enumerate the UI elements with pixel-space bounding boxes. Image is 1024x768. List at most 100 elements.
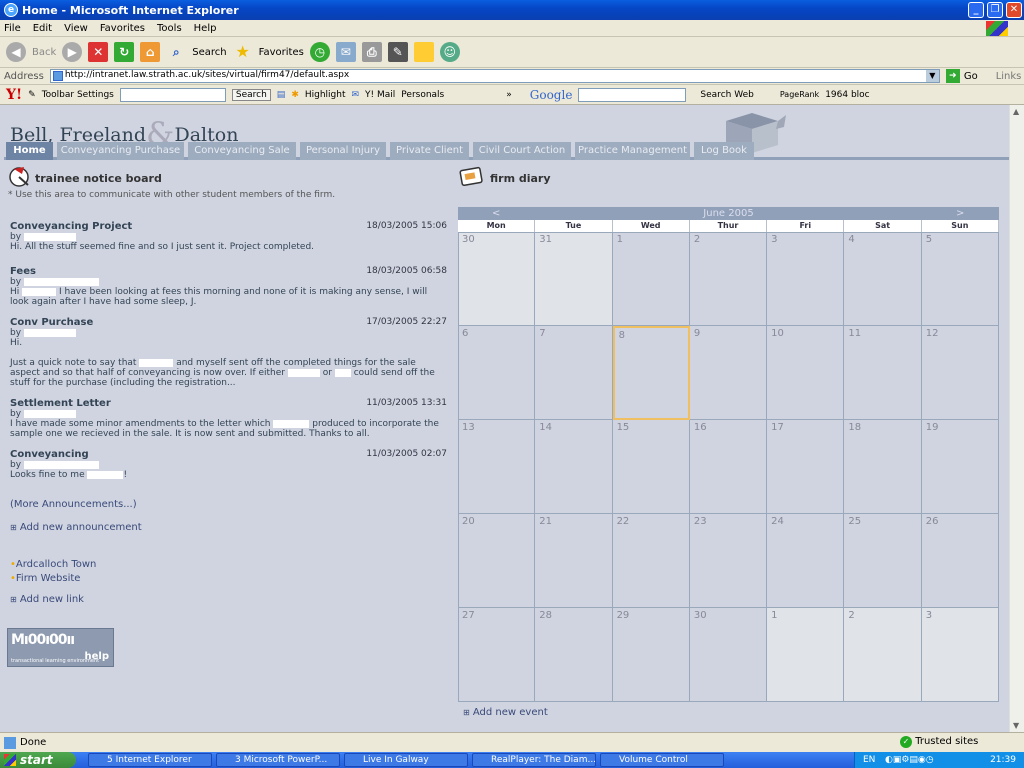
link-ardcalloch-town[interactable]: •Ardcalloch Town — [10, 559, 96, 570]
links-button[interactable]: Links — [996, 71, 1022, 82]
calendar-day-cell[interactable]: 19 — [921, 420, 999, 514]
calendar-day-cell[interactable]: 7 — [535, 326, 613, 420]
task-realplayer[interactable]: RealPlayer: The Diam... — [472, 753, 596, 767]
calendar-day-cell[interactable]: 24 — [767, 514, 845, 608]
task-volume-control[interactable]: Volume Control — [600, 753, 724, 767]
close-button[interactable]: ✕ — [1006, 2, 1022, 18]
edit-icon[interactable]: ✎ — [387, 42, 408, 62]
popup-blocked-count[interactable]: 1964 bloc — [825, 90, 869, 100]
task-powerpoint[interactable]: 3 Microsoft PowerP... — [216, 753, 340, 767]
more-announcements-link[interactable]: (More Announcements...) — [10, 499, 137, 510]
calendar-day-cell[interactable]: 11 — [844, 326, 922, 420]
tab-conveyancing-sale[interactable]: Conveyancing Sale — [188, 142, 296, 160]
discuss-icon[interactable] — [413, 42, 434, 62]
calendar-day-cell[interactable]: 8 — [612, 326, 690, 420]
tab-personal-injury[interactable]: Personal Injury — [300, 142, 386, 160]
calendar-day-cell[interactable]: 13 — [458, 420, 536, 514]
calendar-day-cell[interactable]: 22 — [612, 514, 690, 608]
menu-help[interactable]: Help — [194, 23, 217, 34]
scroll-down-icon[interactable]: ▼ — [1013, 721, 1019, 730]
calendar-day-cell[interactable]: 2 — [689, 232, 768, 326]
bookmark-icon[interactable]: ▤ — [277, 90, 286, 100]
menu-favorites[interactable]: Favorites — [100, 23, 145, 34]
add-link-link[interactable]: ⊞ Add new link — [10, 594, 84, 605]
page-scrollbar[interactable]: ▲ ▼ — [1009, 105, 1024, 732]
chevron-more-icon[interactable]: » — [506, 90, 512, 100]
back-button[interactable]: Back — [32, 47, 56, 58]
yahoo-logo-icon[interactable]: Y! — [6, 87, 22, 103]
favorites-button[interactable]: Favorites — [259, 47, 304, 58]
calendar-day-cell[interactable]: 9 — [689, 326, 768, 420]
calendar-day-cell[interactable]: 30 — [458, 232, 536, 326]
calendar-day-cell[interactable]: 1 — [612, 232, 690, 326]
refresh-icon[interactable]: ↻ — [114, 42, 135, 62]
history-icon[interactable]: ◷ — [309, 42, 330, 62]
go-button[interactable]: Go — [964, 71, 978, 82]
yahoo-search-button[interactable]: Search — [231, 88, 271, 101]
google-search-input[interactable] — [578, 87, 687, 102]
calendar-day-cell[interactable]: 18 — [844, 420, 922, 514]
calendar-day-cell[interactable]: 12 — [921, 326, 999, 420]
calendar-day-cell[interactable]: 1 — [767, 608, 845, 702]
tab-civil-court-action[interactable]: Civil Court Action — [473, 142, 571, 160]
calendar-day-cell[interactable]: 5 — [921, 232, 999, 326]
forward-arrow-icon[interactable]: ▶ — [62, 42, 83, 62]
calendar-day-cell[interactable]: 21 — [535, 514, 613, 608]
clock[interactable]: 21:39 — [990, 755, 1016, 765]
yahoo-search-input[interactable] — [119, 87, 226, 102]
calendar-day-cell[interactable]: 2 — [844, 608, 922, 702]
calendar-day-cell[interactable]: 16 — [689, 420, 768, 514]
tab-home[interactable]: Home — [6, 142, 53, 160]
highlight-button[interactable]: Highlight — [305, 90, 346, 100]
google-logo[interactable]: Google — [530, 88, 573, 102]
add-event-link[interactable]: ⊞ Add new event — [463, 707, 548, 718]
restore-button[interactable]: ❐ — [987, 2, 1003, 18]
task-internet-explorer[interactable]: 5 Internet Explorer — [88, 753, 212, 767]
calendar-day-cell[interactable]: 20 — [458, 514, 536, 608]
calendar-day-cell[interactable]: 27 — [458, 608, 536, 702]
calendar-day-cell[interactable]: 17 — [767, 420, 845, 514]
mail-icon[interactable]: ✉ — [335, 42, 356, 62]
calendar-day-cell[interactable]: 30 — [689, 608, 768, 702]
tab-private-client[interactable]: Private Client — [390, 142, 469, 160]
yahoo-mail-button[interactable]: Y! Mail — [365, 90, 395, 100]
menu-edit[interactable]: Edit — [33, 23, 52, 34]
calendar-day-cell[interactable]: 15 — [612, 420, 690, 514]
messenger-icon[interactable]: ☺ — [439, 42, 460, 62]
print-icon[interactable]: ⎙ — [361, 42, 382, 62]
calendar-day-cell[interactable]: 10 — [767, 326, 845, 420]
next-month-button[interactable]: > — [956, 207, 964, 220]
go-arrow-icon[interactable]: ➜ — [945, 69, 960, 83]
shopping-icon[interactable]: ✱ — [291, 90, 299, 100]
calendar-day-cell[interactable]: 6 — [458, 326, 536, 420]
calendar-day-cell[interactable]: 3 — [921, 608, 999, 702]
address-input[interactable]: http://intranet.law.strath.ac.uk/sites/v… — [49, 69, 940, 83]
minimize-button[interactable]: _ — [968, 2, 984, 18]
menu-tools[interactable]: Tools — [157, 23, 182, 34]
favorites-star-icon[interactable]: ★ — [233, 42, 253, 62]
personals-button[interactable]: Personals — [401, 90, 444, 100]
tab-practice-management[interactable]: Practice Management — [575, 142, 690, 160]
stop-icon[interactable]: ✕ — [88, 42, 109, 62]
search-web-button[interactable]: Search Web — [700, 90, 753, 100]
start-button[interactable]: start — [0, 752, 76, 768]
calendar-day-cell[interactable]: 3 — [767, 232, 845, 326]
calendar-day-cell[interactable]: 25 — [844, 514, 922, 608]
calendar-day-cell[interactable]: 26 — [921, 514, 999, 608]
menu-view[interactable]: View — [64, 23, 88, 34]
tle-help-logo[interactable]: Mı00ı00ıı help transactional learning en… — [7, 628, 114, 667]
search-button[interactable]: Search — [192, 47, 226, 58]
calendar-day-cell[interactable]: 4 — [844, 232, 922, 326]
scroll-up-icon[interactable]: ▲ — [1013, 107, 1019, 116]
task-live-in-galway[interactable]: Live In Galway — [344, 753, 468, 767]
prev-month-button[interactable]: < — [492, 207, 500, 220]
menu-file[interactable]: File — [4, 23, 21, 34]
calendar-day-cell[interactable]: 23 — [689, 514, 768, 608]
calendar-day-cell[interactable]: 14 — [535, 420, 613, 514]
tab-conveyancing-purchase[interactable]: Conveyancing Purchase — [57, 142, 184, 160]
add-announcement-link[interactable]: ⊞ Add new announcement — [10, 522, 142, 533]
window-title-bar[interactable]: e Home - Microsoft Internet Explorer _ ❐… — [0, 0, 1024, 20]
toolbar-settings-button[interactable]: Toolbar Settings — [42, 90, 114, 100]
search-icon[interactable]: ⌕ — [166, 42, 186, 62]
calendar-day-cell[interactable]: 28 — [535, 608, 613, 702]
